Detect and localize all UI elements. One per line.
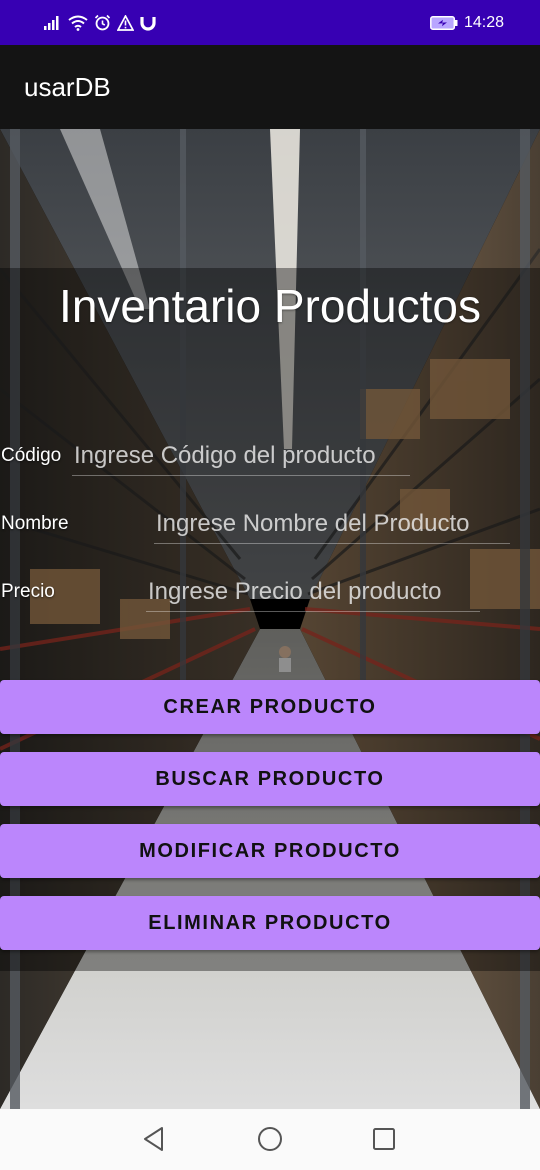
system-nav-bar (0, 1109, 540, 1170)
codigo-field-row: Código (0, 434, 540, 478)
wifi-icon (68, 15, 88, 31)
app-bar: usarDB (0, 45, 540, 129)
main-content: Inventario Productos Código Nombre Preci… (0, 129, 540, 1109)
nombre-label: Nombre (1, 513, 69, 534)
codigo-input[interactable] (72, 436, 410, 476)
eliminar-producto-button[interactable]: ELIMINAR PRODUCTO (0, 896, 540, 950)
status-bar: 14:28 (0, 0, 540, 45)
nombre-field-row: Nombre (0, 502, 540, 546)
status-icons-left (44, 14, 156, 31)
app-screen: 14:28 usarDB Inventario Productos Código… (0, 0, 540, 1170)
recents-icon[interactable] (368, 1123, 400, 1155)
status-icons-right: 14:28 (430, 14, 504, 32)
nombre-input[interactable] (154, 504, 510, 544)
alarm-icon (94, 14, 111, 31)
page-title: Inventario Productos (59, 280, 481, 332)
precio-input[interactable] (146, 572, 480, 612)
battery-charging-icon (430, 15, 458, 30)
codigo-label: Código (1, 445, 62, 466)
precio-field-row: Precio (0, 570, 540, 614)
home-icon[interactable] (254, 1123, 286, 1155)
app-title: usarDB (24, 71, 111, 102)
precio-label: Precio (1, 581, 55, 602)
back-icon[interactable] (138, 1123, 170, 1155)
warning-icon (117, 14, 134, 31)
magnet-icon (140, 15, 156, 31)
crear-producto-button[interactable]: CREAR PRODUCTO (0, 680, 540, 734)
status-time: 14:28 (463, 13, 504, 31)
buscar-producto-button[interactable]: BUSCAR PRODUCTO (0, 752, 540, 806)
signal-icon (44, 15, 62, 30)
modificar-producto-button[interactable]: MODIFICAR PRODUCTO (0, 824, 540, 878)
